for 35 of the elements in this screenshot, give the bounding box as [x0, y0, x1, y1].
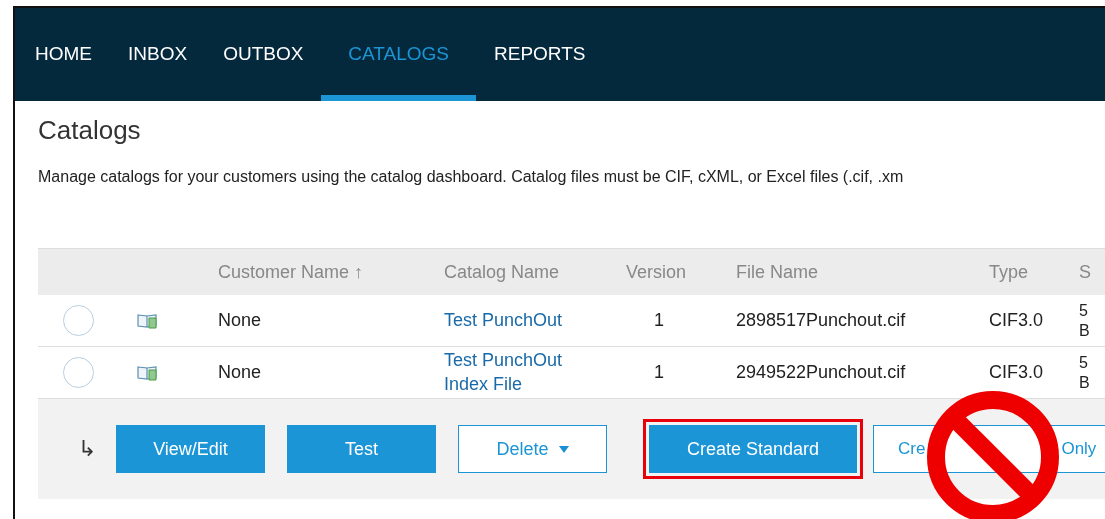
- nav-tab[interactable]: HOME: [33, 8, 110, 101]
- table-cell: None: [218, 310, 262, 331]
- column-header[interactable]: Customer Name ↑: [218, 261, 364, 283]
- table-cell: 2949522Punchout.cif: [736, 362, 906, 383]
- nav-tab[interactable]: INBOX: [110, 8, 206, 101]
- table-cell: 1: [654, 310, 664, 331]
- column-header[interactable]: S: [1079, 261, 1091, 283]
- table-cell: 1: [654, 362, 664, 383]
- table-cell: CIF3.0: [989, 362, 1044, 383]
- table-cell: 5 B: [1079, 353, 1091, 392]
- radio-button[interactable]: [62, 305, 94, 336]
- action-button[interactable]: View/Edit: [116, 425, 265, 473]
- nav-tab[interactable]: REPORTS: [476, 8, 604, 101]
- column-header[interactable]: File Name: [736, 261, 819, 283]
- book-icon: [136, 363, 160, 382]
- dropdown-button[interactable]: Delete: [458, 425, 607, 473]
- return-arrow-icon: ↳: [78, 436, 96, 462]
- table-cell: CIF3.0: [989, 310, 1044, 331]
- table-cell: 5 B: [1079, 301, 1091, 340]
- book-icon: [136, 311, 160, 330]
- catalog-link[interactable]: Test PunchOut: [444, 308, 563, 333]
- table-cell: 2898517Punchout.cif: [736, 310, 906, 331]
- radio-button[interactable]: [62, 357, 94, 388]
- catalog-link[interactable]: Test PunchOut Index File: [444, 349, 586, 396]
- table-cell: None: [218, 362, 262, 383]
- page-description: Manage catalogs for your customers using the catalog dashboard. Catalog files must be CIF, cXML, or Excel files (.cif, .xm: [38, 168, 905, 186]
- column-header[interactable]: Version: [626, 261, 687, 283]
- column-header[interactable]: Type: [989, 261, 1029, 283]
- column-header[interactable]: Catalog Name: [444, 261, 560, 283]
- page-title: Catalogs: [38, 115, 142, 146]
- nav-tab[interactable]: OUTBOX: [205, 8, 322, 101]
- action-button[interactable]: Test: [287, 425, 436, 473]
- action-button[interactable]: Create Standard: [649, 425, 857, 473]
- caret-icon: [558, 445, 569, 453]
- nav-tab[interactable]: CATALOGS: [321, 8, 476, 101]
